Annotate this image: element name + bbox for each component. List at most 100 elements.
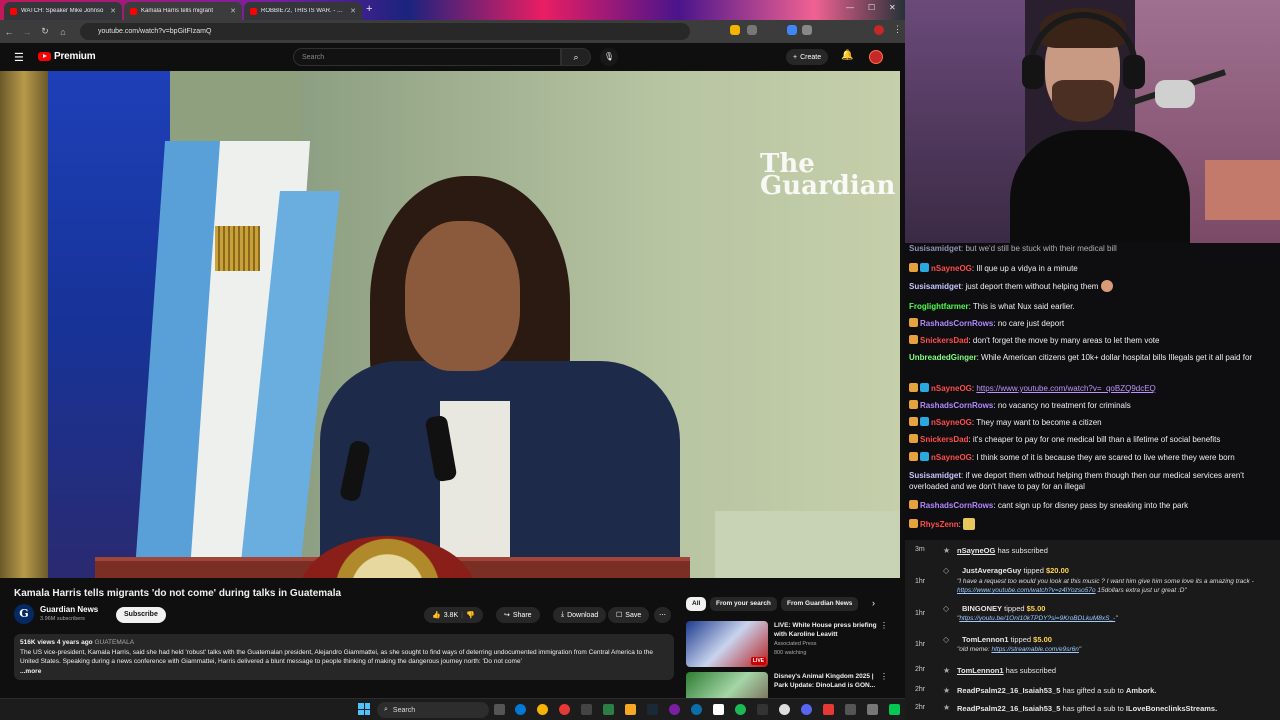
chat-message: nSayneOG: Ill que up a vidya in a minute [909,263,1275,274]
chat-message: RashadsCornRows: cant sign up for disney… [909,500,1275,511]
chat-message: SnickersDad: it's cheaper to pay for one… [909,434,1275,445]
chat-link[interactable]: https://www.youtube.com/watch?v=_qoBZQ9d… [976,384,1155,393]
alert-link[interactable]: https://youtu.be/1OnI10kTPDY?si=9KroBDLk… [959,615,1115,622]
recommendation-title[interactable]: LIVE: White House press briefing with Ka… [774,621,886,639]
steam-icon[interactable] [647,704,658,715]
alert-link[interactable]: https://streamable.com/e9sr6n [991,646,1078,653]
app-icon[interactable] [889,704,900,715]
reload-icon[interactable]: ↻ [36,26,54,37]
notifications-bell-icon[interactable]: 🔔 [841,50,853,61]
recommendation-item[interactable]: LIVE LIVE: White House press briefing wi… [686,621,900,669]
close-tab-icon[interactable]: ✕ [350,7,356,15]
tab-kamala-harris[interactable]: Kamala Harris tells migrant ✕ [124,2,242,20]
alert-link[interactable]: https://www.youtube.com/watch?v=z4lYozso… [957,587,1096,594]
youtube-favicon-icon [130,7,137,15]
more-actions-button[interactable]: ⋯ [654,607,671,623]
flag-fringe [215,226,260,271]
video-player[interactable]: TheGuardian ▭ [0,71,900,578]
gift-icon: ★ [943,686,951,695]
subscribe-button[interactable]: Subscribe [116,607,166,623]
hashtag-link[interactable]: GUATEMALA [94,639,134,646]
spotify-icon[interactable] [735,704,746,715]
recommendation-thumbnail[interactable] [686,672,768,698]
like-button[interactable]: 👍 3.8K | 👎 [424,607,483,623]
puzzle-icon[interactable] [802,25,812,35]
close-tab-icon[interactable]: ✕ [110,7,116,15]
app-icon[interactable] [867,704,878,715]
extension-icon[interactable] [787,25,797,35]
close-tab-icon[interactable]: ✕ [230,7,236,15]
chip-all[interactable]: All [686,597,707,611]
minimize-icon[interactable]: — [846,3,854,12]
video-description[interactable]: 516K views 4 years ago GUATEMALA The US … [14,634,674,680]
search-input[interactable]: Search [293,48,561,66]
app-icon[interactable] [581,704,592,715]
recommendation-thumbnail[interactable]: LIVE [686,621,768,667]
app-icon[interactable] [713,704,724,715]
file-explorer-icon[interactable] [625,704,636,715]
thumbs-down-icon[interactable]: 👎 [466,611,475,619]
edge-icon[interactable] [515,704,526,715]
app-icon[interactable] [845,704,856,715]
create-button[interactable]: + Create [786,49,829,65]
chip-from-guardian-news[interactable]: From Guardian News [781,597,859,611]
channel-name[interactable]: Guardian News [40,605,98,614]
recommendation-title[interactable]: Disney's Animal Kingdom 2025 | Park Upda… [774,672,886,690]
chat-message: nSayneOG: They may want to become a citi… [909,417,1275,428]
badge-icon [909,383,918,392]
more-options-icon[interactable]: ⋮ [880,672,888,681]
plus-icon: + [793,53,798,61]
maximize-icon[interactable]: ☐ [868,3,875,12]
task-view-icon[interactable] [494,704,505,715]
app-icon[interactable] [757,704,768,715]
new-tab-button[interactable]: + [366,3,372,15]
chevron-right-icon[interactable]: › [872,598,875,608]
badge-icon [909,519,918,528]
extension-icon[interactable] [747,25,757,35]
url-field[interactable]: youtube.com/watch?v=bpGitFIzamQ [80,23,690,40]
tip-icon: ◇ [943,566,950,575]
start-button[interactable] [358,703,370,715]
voice-search-button[interactable]: 🎙 [600,48,618,66]
home-icon[interactable]: ⌂ [54,27,72,37]
chat-message: RashadsCornRows: no vacancy no treatment… [909,400,1275,411]
extension-icon[interactable] [730,25,740,35]
guardian-watermark: The Guardian [760,149,896,201]
tab-robbie72[interactable]: ROBBIE72, THIS IS WAR. - You ✕ [244,2,362,20]
forward-icon[interactable]: → [18,27,36,37]
back-icon[interactable]: ← [0,27,18,37]
webcam-shelf [1205,160,1280,220]
youtube-play-icon [38,52,51,61]
search-button[interactable]: ⌕ [561,48,591,66]
chrome-icon[interactable] [537,704,548,715]
youtube-logo[interactable]: Premium [38,51,96,62]
app-icon[interactable] [669,704,680,715]
badge-icon [909,400,918,409]
app-icon[interactable] [691,704,702,715]
hamburger-menu-icon[interactable]: ☰ [14,51,24,64]
show-more-link[interactable]: ...more [20,667,668,677]
recommendation-views: 800 watching [774,650,807,656]
gift-icon: ★ [943,703,951,712]
chip-from-your-search[interactable]: From your search [710,597,777,611]
badge-icon [909,417,918,426]
more-options-icon[interactable]: ⋮ [880,621,888,630]
app-icon[interactable] [603,704,614,715]
tab-speaker-mike-johnson[interactable]: WATCH: Speaker Mike Johnso ✕ [4,2,122,20]
app-icon[interactable] [559,704,570,715]
download-button[interactable]: ⤓ Download [553,607,607,623]
app-icon[interactable] [779,704,790,715]
channel-avatar[interactable]: G [14,604,34,624]
bookmark-icon: ☐ [616,612,623,619]
save-button[interactable]: ☐ Save [608,607,650,623]
profile-icon[interactable] [874,25,884,35]
menu-dots-icon[interactable]: ⋮ [893,24,902,35]
discord-icon[interactable] [801,704,812,715]
account-avatar[interactable] [869,50,883,64]
streamer-body [1010,130,1190,243]
share-button[interactable]: ↪ Share [496,607,540,623]
app-icon[interactable] [823,704,834,715]
taskbar-search[interactable]: ⌕ Search [377,702,489,718]
recommendation-item[interactable]: Disney's Animal Kingdom 2025 | Park Upda… [686,672,900,698]
close-window-icon[interactable]: ✕ [889,3,896,12]
